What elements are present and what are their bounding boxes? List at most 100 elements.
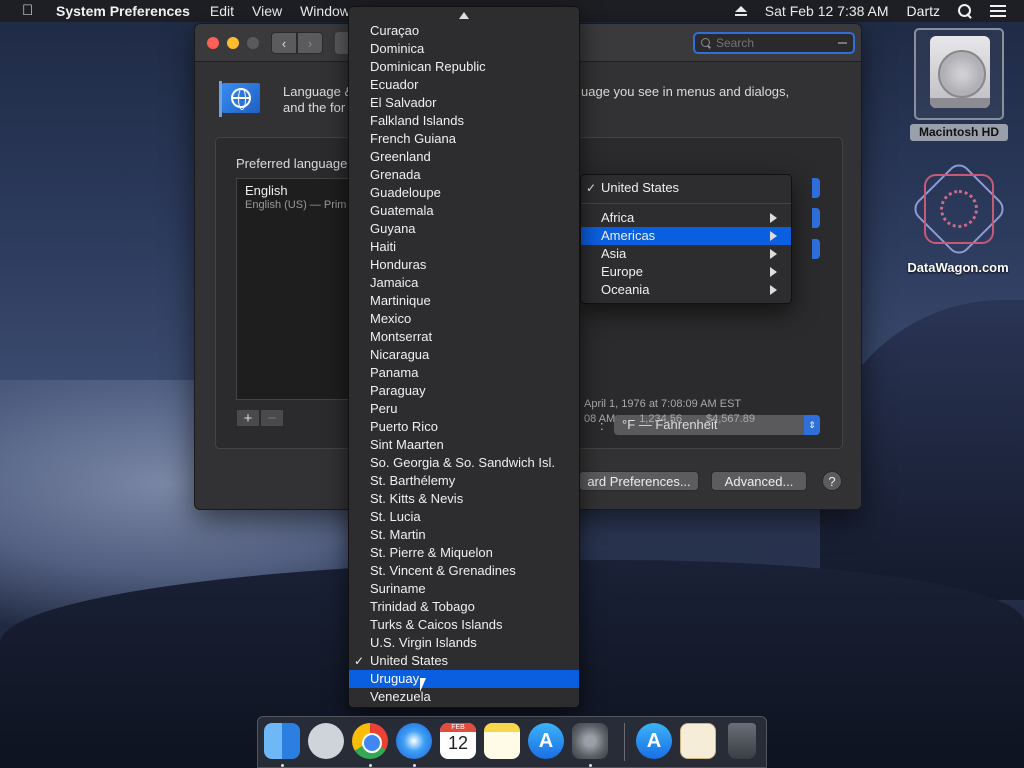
calendar-icon[interactable]: FEB 12 (440, 723, 476, 759)
trash-icon[interactable] (728, 723, 756, 759)
region-menu-item[interactable]: Oceania (581, 281, 791, 299)
country-menu-item[interactable]: Jamaica (349, 274, 579, 292)
country-menu-item[interactable]: Guyana (349, 220, 579, 238)
country-menu-item[interactable]: St. Barthélemy (349, 472, 579, 490)
country-menu-item[interactable]: Suriname (349, 580, 579, 598)
add-remove-buttons: + − (236, 409, 284, 427)
spotlight-icon[interactable] (958, 4, 972, 18)
globe-icon (231, 88, 251, 110)
macintosh-hd-icon[interactable] (914, 28, 1004, 120)
country-menu-item[interactable]: French Guiana (349, 130, 579, 148)
country-menu-item[interactable]: Peru (349, 400, 579, 418)
back-button[interactable]: ‹ (271, 32, 297, 54)
country-menu-item[interactable]: Montserrat (349, 328, 579, 346)
menu-separator (581, 203, 791, 204)
country-menu-item[interactable]: Curaçao (349, 22, 579, 40)
apple-icon[interactable]:  (22, 3, 38, 19)
sample-values: 08 AM 1,234.56 $4,567.89 (584, 413, 755, 425)
country-menu-item[interactable]: Uruguay (349, 670, 579, 688)
language-list[interactable]: English English (US) — Prim (236, 178, 354, 400)
close-button[interactable] (207, 37, 219, 49)
country-menu-item[interactable]: Trinidad & Tobago (349, 598, 579, 616)
notes-icon[interactable] (484, 723, 520, 759)
chrome-icon[interactable] (352, 723, 388, 759)
mouse-cursor-icon (420, 678, 432, 692)
country-menu-item[interactable]: St. Lucia (349, 508, 579, 526)
search-field[interactable] (693, 32, 855, 54)
advanced-button[interactable]: Advanced... (711, 471, 807, 491)
country-menu-item[interactable]: Turks & Caicos Islands (349, 616, 579, 634)
show-all-button[interactable] (335, 32, 349, 54)
country-menu-item[interactable]: Nicaragua (349, 346, 579, 364)
country-menu-item[interactable]: St. Pierre & Miquelon (349, 544, 579, 562)
language-name[interactable]: English (245, 183, 288, 198)
scroll-up-icon[interactable] (459, 12, 469, 19)
country-menu-item[interactable]: Greenland (349, 148, 579, 166)
country-menu-item[interactable]: St. Vincent & Grenadines (349, 562, 579, 580)
region-menu-item[interactable]: Africa (581, 209, 791, 227)
menu-view[interactable]: View (252, 3, 282, 19)
country-menu-item[interactable]: Dominican Republic (349, 58, 579, 76)
country-menu-item[interactable]: Martinique (349, 292, 579, 310)
system-preferences-icon[interactable] (572, 723, 608, 759)
clock[interactable]: Sat Feb 12 7:38 AM (765, 3, 889, 19)
macintosh-hd-label[interactable]: Macintosh HD (910, 124, 1008, 141)
country-menu-item[interactable]: Mexico (349, 310, 579, 328)
app-store-icon[interactable]: A (528, 723, 564, 759)
document-icon[interactable] (680, 723, 716, 759)
country-menu-item[interactable]: Ecuador (349, 76, 579, 94)
menu-app-name[interactable]: System Preferences (56, 3, 190, 19)
eject-icon[interactable] (734, 6, 747, 16)
country-menu-item[interactable]: U.S. Virgin Islands (349, 634, 579, 652)
user-name[interactable]: Dartz (907, 3, 940, 19)
country-menu-item[interactable]: United States (349, 652, 579, 670)
country-menu-item[interactable]: El Salvador (349, 94, 579, 112)
datawagon-icon[interactable] (909, 159, 1009, 259)
preferred-languages-label: Preferred language (236, 156, 348, 171)
calendar-popup-stepper[interactable] (812, 239, 820, 259)
zoom-button[interactable] (247, 37, 259, 49)
country-menu-item[interactable]: Panama (349, 364, 579, 382)
running-indicator (281, 764, 284, 767)
country-menu-item[interactable]: Paraguay (349, 382, 579, 400)
minimize-button[interactable] (227, 37, 239, 49)
clear-icon[interactable] (838, 42, 847, 44)
forward-button[interactable]: › (297, 32, 323, 54)
datawagon-label[interactable]: DataWagon.com (896, 260, 1020, 275)
country-menu-item[interactable]: Sint Maarten (349, 436, 579, 454)
country-menu-item[interactable]: Honduras (349, 256, 579, 274)
language-region-icon (219, 81, 261, 117)
region-popup-stepper[interactable] (812, 178, 820, 198)
country-menu-item[interactable]: Haiti (349, 238, 579, 256)
country-menu-item[interactable]: St. Kitts & Nevis (349, 490, 579, 508)
country-menu-item[interactable]: Guatemala (349, 202, 579, 220)
menu-window[interactable]: Window (300, 3, 350, 19)
search-icon (701, 38, 711, 48)
region-menu: United States AfricaAmericasAsiaEuropeOc… (580, 174, 792, 304)
country-menu-item[interactable]: Falkland Islands (349, 112, 579, 130)
notification-center-icon[interactable] (990, 5, 1006, 17)
stepper-icon: ⇕ (804, 415, 820, 435)
country-menu-item[interactable]: Puerto Rico (349, 418, 579, 436)
country-menu-item[interactable]: Venezuela (349, 688, 579, 706)
app-store-download-icon[interactable]: A (636, 723, 672, 759)
launchpad-icon[interactable] (308, 723, 344, 759)
add-language-button[interactable]: + (236, 409, 260, 427)
safari-icon[interactable] (396, 723, 432, 759)
region-menu-item[interactable]: Americas (581, 227, 791, 245)
region-menu-item[interactable]: Europe (581, 263, 791, 281)
help-button[interactable]: ? (822, 471, 842, 491)
country-menu-item[interactable]: So. Georgia & So. Sandwich Isl. (349, 454, 579, 472)
finder-icon[interactable] (264, 723, 300, 759)
country-menu-item[interactable]: Grenada (349, 166, 579, 184)
keyboard-preferences-button[interactable]: ard Preferences... (579, 471, 699, 491)
country-menu-item[interactable]: St. Martin (349, 526, 579, 544)
region-current[interactable]: United States (581, 179, 791, 197)
country-menu-item[interactable]: Guadeloupe (349, 184, 579, 202)
country-menu-item[interactable]: Dominica (349, 40, 579, 58)
search-input[interactable] (716, 36, 836, 50)
region-menu-item[interactable]: Asia (581, 245, 791, 263)
remove-language-button[interactable]: − (260, 409, 284, 427)
first-day-popup-stepper[interactable] (812, 208, 820, 228)
menu-edit[interactable]: Edit (210, 3, 234, 19)
